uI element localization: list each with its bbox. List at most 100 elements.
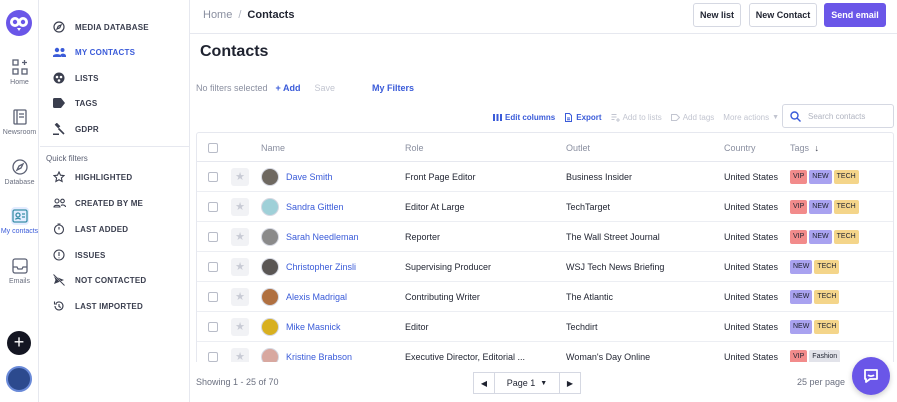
add-filter-button[interactable]: + Add <box>276 83 301 93</box>
save-filter-button[interactable]: Save <box>314 83 335 93</box>
contact-name-link[interactable]: Kristine Brabson <box>286 352 352 362</box>
send-email-button[interactable]: Send email <box>824 3 886 27</box>
table-row[interactable]: ★ Alexis Madrigal Contributing Writer Th… <box>197 282 893 312</box>
chevron-down-icon: ▼ <box>772 113 780 121</box>
avatar <box>261 348 279 362</box>
search-box[interactable] <box>782 104 894 128</box>
rail-item-newsroom[interactable]: Newsroom <box>0 108 39 136</box>
rail-item-label: Emails <box>8 278 30 285</box>
contact-name-link[interactable]: Sarah Needleman <box>286 232 359 242</box>
app-rail: Home Newsroom Database My contacts Email… <box>0 0 39 402</box>
breadcrumb-separator: / <box>238 9 242 21</box>
row-checkbox[interactable] <box>208 202 218 212</box>
contact-outlet: Techdirt <box>566 322 598 332</box>
quick-filter-highlighted[interactable]: HIGHLIGHTED <box>40 167 190 187</box>
tag-list: NEW TECH <box>790 320 841 334</box>
add-to-lists-button[interactable]: Add to lists <box>611 113 662 122</box>
rail-item-emails[interactable]: Emails <box>0 257 39 285</box>
row-checkbox[interactable] <box>208 322 218 332</box>
column-header-outlet[interactable]: Outlet <box>566 143 590 153</box>
sidebar-item-tags[interactable]: TAGS <box>40 93 190 113</box>
pagination-summary: Showing 1 - 25 of 70 <box>196 377 279 387</box>
star-icon[interactable]: ★ <box>231 198 249 216</box>
quick-filter-last-added[interactable]: LAST ADDED <box>40 219 190 239</box>
table-row[interactable]: ★ Kristine Brabson Executive Director, E… <box>197 342 893 362</box>
create-button[interactable]: + <box>7 331 31 355</box>
star-icon[interactable]: ★ <box>231 318 249 336</box>
row-checkbox[interactable] <box>208 352 218 362</box>
quick-filter-created-by-me[interactable]: CREATED BY ME <box>40 193 190 213</box>
contact-name-link[interactable]: Christopher Zinsli <box>286 262 356 272</box>
sidebar-item-my-contacts[interactable]: MY CONTACTS <box>40 42 190 62</box>
contact-card-icon <box>10 207 29 225</box>
side-navigation: MEDIA DATABASE MY CONTACTS LISTS TAGS GD… <box>40 0 190 402</box>
sidebar-item-lists[interactable]: LISTS <box>40 68 190 88</box>
avatar <box>261 198 279 216</box>
previous-page-button[interactable]: ◀ <box>473 372 495 394</box>
add-tags-button[interactable]: Add tags <box>670 113 714 122</box>
row-checkbox[interactable] <box>208 292 218 302</box>
star-icon[interactable]: ★ <box>231 258 249 276</box>
table-row[interactable]: ★ Sandra Gittlen Editor At Large TechTar… <box>197 192 893 222</box>
avatar[interactable] <box>6 366 32 392</box>
avatar <box>261 168 279 186</box>
star-icon[interactable]: ★ <box>231 228 249 246</box>
rail-item-database[interactable]: Database <box>0 158 39 186</box>
table-row[interactable]: ★ Sarah Needleman Reporter The Wall Stre… <box>197 222 893 252</box>
top-bar: Home / Contacts New list New Contact Send … <box>190 0 897 34</box>
rail-item-my-contacts[interactable]: My contacts <box>0 207 39 235</box>
owl-logo-icon[interactable] <box>6 10 32 36</box>
table-row[interactable]: ★ Mike Masnick Editor Techdirt United St… <box>197 312 893 342</box>
people-outline-icon <box>52 196 66 210</box>
contact-name-link[interactable]: Sandra Gittlen <box>286 202 344 212</box>
sidebar-item-label: GDPR <box>75 124 99 134</box>
page-select[interactable]: Page 1 ▼ <box>495 372 559 394</box>
page-select-label: Page 1 <box>506 378 536 388</box>
tag-badge: NEW <box>790 290 813 304</box>
contact-country: United States <box>724 292 779 302</box>
my-filters-button[interactable]: My Filters <box>372 83 414 93</box>
contact-outlet: Woman's Day Online <box>566 352 651 362</box>
star-icon[interactable]: ★ <box>231 348 249 362</box>
tag-badge: NEW <box>809 200 832 214</box>
more-actions-dropdown[interactable]: More actions ▼ <box>723 113 779 122</box>
contact-name-link[interactable]: Alexis Madrigal <box>286 292 347 302</box>
quick-filter-last-imported[interactable]: LAST IMPORTED <box>40 296 190 316</box>
column-header-role[interactable]: Role <box>405 143 424 153</box>
breadcrumb-home-link[interactable]: Home <box>203 9 232 21</box>
edit-columns-button[interactable]: Edit columns <box>493 113 555 122</box>
avatar <box>261 228 279 246</box>
quick-filter-not-contacted[interactable]: NOT CONTACTED <box>40 270 190 290</box>
row-checkbox[interactable] <box>208 172 218 182</box>
quick-filter-issues[interactable]: ISSUES <box>40 245 190 265</box>
breadcrumb-current: Contacts <box>247 9 295 21</box>
rail-item-home[interactable]: Home <box>0 58 39 86</box>
row-checkbox[interactable] <box>208 232 218 242</box>
table-row[interactable]: ★ Christopher Zinsli Supervising Produce… <box>197 252 893 282</box>
contact-country: United States <box>724 352 779 362</box>
next-page-button[interactable]: ▶ <box>559 372 581 394</box>
quick-filter-label: ISSUES <box>75 250 106 260</box>
row-checkbox[interactable] <box>208 262 218 272</box>
new-list-button[interactable]: New list <box>693 3 741 27</box>
sidebar-item-media-database[interactable]: MEDIA DATABASE <box>40 17 190 37</box>
star-icon[interactable]: ★ <box>231 168 249 186</box>
contact-name-link[interactable]: Mike Masnick <box>286 322 341 332</box>
select-all-checkbox[interactable] <box>208 143 218 153</box>
column-header-tags[interactable]: Tags ↓ <box>790 143 819 153</box>
table-row[interactable]: ★ Dave Smith Front Page Editor Business … <box>197 162 893 192</box>
star-icon[interactable]: ★ <box>231 288 249 306</box>
new-contact-button[interactable]: New Contact <box>749 3 817 27</box>
column-header-country[interactable]: Country <box>724 143 756 153</box>
filter-bar: No filters selected + Add Save My Filter… <box>196 83 414 93</box>
tag-badge: TECH <box>814 290 840 304</box>
sidebar-item-gdpr[interactable]: GDPR <box>40 119 190 139</box>
chat-launcher-button[interactable] <box>852 357 890 395</box>
per-page-select[interactable]: 25 per page <box>797 377 845 387</box>
quick-filter-label: CREATED BY ME <box>75 198 144 208</box>
search-input[interactable] <box>808 111 888 121</box>
export-button[interactable]: Export <box>564 112 602 122</box>
tag-badge: Fashion <box>809 350 841 362</box>
column-header-name[interactable]: Name <box>261 143 285 153</box>
contact-name-link[interactable]: Dave Smith <box>286 172 333 182</box>
